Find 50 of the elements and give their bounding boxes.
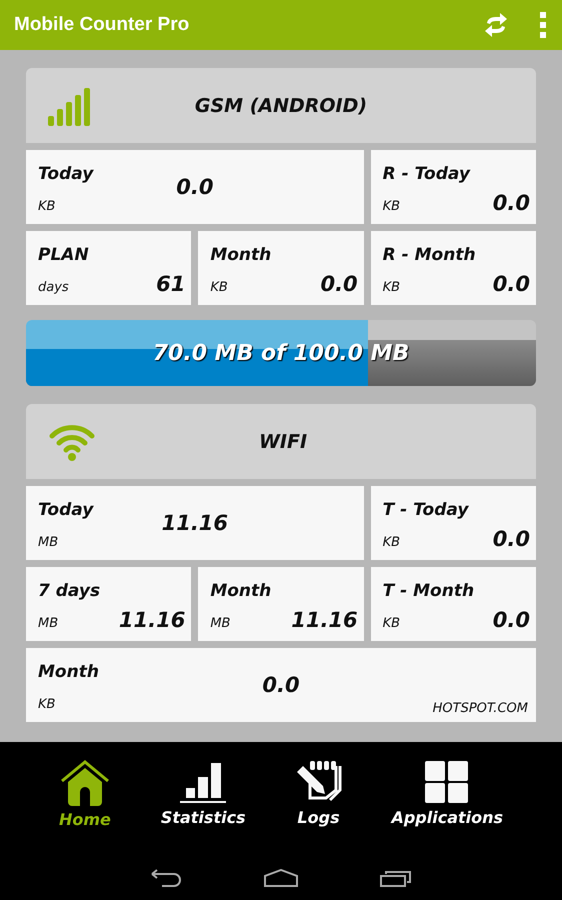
tile-unit: KB <box>210 280 228 295</box>
tile-label: Today <box>38 500 94 520</box>
tile-unit: KB <box>382 199 400 214</box>
tile-label: R - Month <box>382 245 476 265</box>
tile-label: 7 days <box>38 581 100 601</box>
home-icon[interactable] <box>264 869 298 887</box>
section-title: GSM (ANDROID) <box>194 94 368 116</box>
nav-tab[interactable]: Statistics <box>160 760 246 829</box>
tile-note: HOTSPOT.COM <box>432 701 528 716</box>
nav-tab[interactable]: Applications <box>391 760 504 829</box>
tile-label: R - Today <box>382 164 470 184</box>
bar-chart-icon <box>180 760 226 804</box>
tile-unit: days <box>38 280 69 295</box>
tile-value: 61 <box>156 272 186 296</box>
tile-value: 0.0 <box>320 272 358 296</box>
tile-unit: KB <box>38 697 56 712</box>
tile-unit: MB <box>210 616 230 631</box>
tile-value: 0.0 <box>492 527 530 551</box>
tile-label: Month <box>38 662 99 682</box>
tile-unit: KB <box>38 199 56 214</box>
nav-tab[interactable]: Logs <box>296 760 342 829</box>
house-icon <box>60 760 110 806</box>
tile-unit: KB <box>382 616 400 631</box>
tile-unit: MB <box>38 535 58 550</box>
tile-value: 11.16 <box>118 608 186 632</box>
tile-unit: MB <box>38 616 58 631</box>
tile-label: Month <box>210 581 272 601</box>
grid-icon <box>424 760 470 804</box>
back-icon[interactable] <box>150 869 182 887</box>
nav-tab[interactable]: Home <box>58 760 111 829</box>
tile-label: Month <box>210 245 272 265</box>
tile-label: T - Month <box>382 581 474 601</box>
tile-value: 0.0 <box>176 175 214 199</box>
tile-unit: KB <box>382 535 400 550</box>
tile-value: 0.0 <box>492 272 530 296</box>
app-title: Mobile Counter Pro <box>14 14 190 36</box>
recents-icon[interactable] <box>380 869 412 887</box>
tile-value: 0.0 <box>262 673 300 697</box>
tile-label: T - Today <box>382 500 468 520</box>
section-title: WIFI <box>258 430 308 452</box>
tile-label: PLAN <box>38 245 89 265</box>
tile-value: 11.16 <box>291 608 358 632</box>
tile-label: Today <box>38 164 94 184</box>
tile-value: 0.0 <box>492 191 530 215</box>
progress-text: 70.0 MB of 100.0 MB <box>152 340 410 366</box>
tile-value: 11.16 <box>162 511 228 535</box>
signal-icon <box>48 86 92 126</box>
tile-value: 0.0 <box>492 608 530 632</box>
notepad-pencil-icon <box>296 760 342 804</box>
tile-unit: KB <box>382 280 400 295</box>
